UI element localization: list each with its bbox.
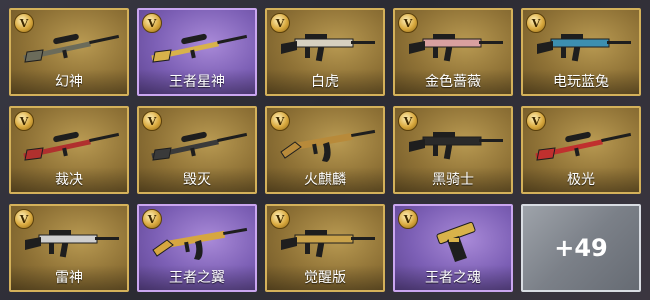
weapon-card[interactable]: V 王者星神 bbox=[137, 8, 257, 96]
weapon-card[interactable]: V 电玩蓝兔 bbox=[521, 8, 641, 96]
weapon-card[interactable]: V 王者之魂 bbox=[393, 204, 513, 292]
weapon-name: 觉醒版 bbox=[267, 265, 383, 290]
weapon-card[interactable]: V 幻神 bbox=[9, 8, 129, 96]
weapon-name: 极光 bbox=[523, 167, 639, 192]
weapon-name: 王者之魂 bbox=[395, 265, 511, 290]
more-weapons-button[interactable]: +49 bbox=[521, 204, 641, 292]
weapon-name: 黑骑士 bbox=[395, 167, 511, 192]
weapon-name: 电玩蓝兔 bbox=[523, 69, 639, 94]
weapon-name: 白虎 bbox=[267, 69, 383, 94]
weapon-grid: V 幻神 V 王者星神 V 白虎 V 金色蔷薇 V 电玩蓝兔 V 裁决 V 毁灭… bbox=[9, 8, 641, 292]
weapon-name: 火麒麟 bbox=[267, 167, 383, 192]
weapon-card[interactable]: V 极光 bbox=[521, 106, 641, 194]
weapon-name: 王者之翼 bbox=[139, 265, 255, 290]
weapon-card[interactable]: V 金色蔷薇 bbox=[393, 8, 513, 96]
weapon-card[interactable]: V 毁灭 bbox=[137, 106, 257, 194]
weapon-card[interactable]: V 裁决 bbox=[9, 106, 129, 194]
weapon-name: 雷神 bbox=[11, 265, 127, 290]
weapon-card[interactable]: V 火麒麟 bbox=[265, 106, 385, 194]
weapon-name: 裁决 bbox=[11, 167, 127, 192]
weapon-name: 王者星神 bbox=[139, 69, 255, 94]
weapon-name: 幻神 bbox=[11, 69, 127, 94]
weapon-card[interactable]: V 觉醒版 bbox=[265, 204, 385, 292]
weapon-card[interactable]: V 雷神 bbox=[9, 204, 129, 292]
weapon-name: 毁灭 bbox=[139, 167, 255, 192]
more-count: +49 bbox=[554, 234, 608, 262]
weapon-card[interactable]: V 白虎 bbox=[265, 8, 385, 96]
weapon-name: 金色蔷薇 bbox=[395, 69, 511, 94]
weapon-card[interactable]: V 黑骑士 bbox=[393, 106, 513, 194]
weapon-card[interactable]: V 王者之翼 bbox=[137, 204, 257, 292]
